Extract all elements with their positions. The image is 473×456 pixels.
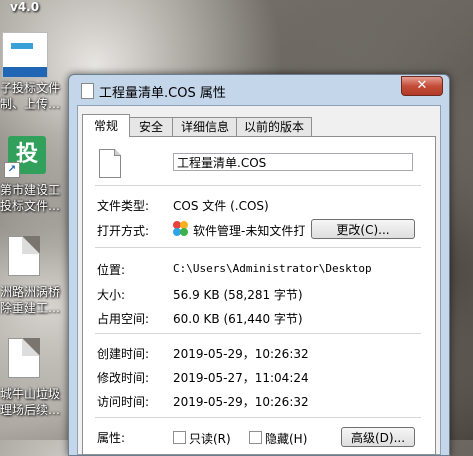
- size-on-disk-label: 占用空间:: [97, 312, 150, 326]
- open-with-label: 打开方式:: [97, 224, 150, 238]
- version-label: v4.0: [10, 0, 40, 14]
- tab-general[interactable]: 常规: [82, 114, 130, 137]
- properties-window: 工程量清单.COS 属性 ✕ 常规 安全 详细信息 以前的版本 工程量清单.CO…: [68, 74, 450, 456]
- accessed-label: 访问时间:: [97, 395, 150, 409]
- thumbnail-bar: [3, 67, 47, 77]
- location-label: 位置:: [97, 263, 126, 277]
- desktop-icon-label[interactable]: 第市建设工: [0, 182, 68, 198]
- document-file-icon[interactable]: [8, 338, 40, 378]
- attributes-label: 属性:: [97, 431, 126, 445]
- desktop-icon-label[interactable]: 子投标文件: [0, 80, 68, 96]
- desktop-icon-label[interactable]: 理场后续…: [0, 402, 68, 418]
- window-title: 工程量清单.COS 属性: [99, 86, 226, 101]
- tab-security[interactable]: 安全: [128, 117, 174, 136]
- hidden-checkbox[interactable]: [249, 431, 262, 444]
- modified-value: 2019-05-27，11:04:24: [173, 371, 309, 385]
- general-panel: 工程量清单.COS 文件类型: COS 文件 (.COS) 打开方式: 软件管理…: [82, 136, 436, 455]
- document-icon: [99, 149, 121, 178]
- desktop-icon-label[interactable]: 除重建工…: [0, 300, 68, 316]
- tab-details[interactable]: 详细信息: [172, 117, 238, 136]
- divider: [95, 333, 421, 334]
- open-with-value: 软件管理-未知文件打: [193, 224, 306, 238]
- readonly-checkbox[interactable]: [173, 431, 186, 444]
- shortcut-arrow-icon: ↗: [4, 162, 20, 178]
- title-bar[interactable]: 工程量清单.COS 属性 ✕: [69, 75, 449, 105]
- thumbnail-logo-icon: [11, 43, 33, 49]
- created-label: 创建时间:: [97, 347, 150, 361]
- accessed-value: 2019-05-29，10:26:32: [173, 395, 309, 409]
- file-icon: [81, 83, 94, 99]
- size-label: 大小:: [97, 288, 126, 302]
- divider: [95, 247, 421, 248]
- filename-input[interactable]: 工程量清单.COS: [173, 153, 413, 171]
- advanced-button[interactable]: 高级(D)...: [341, 427, 415, 447]
- desktop-icon-label[interactable]: 洲路洲涡桥: [0, 284, 68, 300]
- created-value: 2019-05-29，10:26:32: [173, 347, 309, 361]
- readonly-label[interactable]: 只读(R): [189, 430, 231, 447]
- desktop-icon-thumbnail[interactable]: [2, 32, 48, 78]
- desktop-icon-label[interactable]: 制、上传…: [0, 96, 68, 112]
- document-file-icon[interactable]: [8, 236, 40, 276]
- divider: [95, 185, 421, 186]
- close-button[interactable]: ✕: [401, 76, 443, 96]
- tender-app-icon[interactable]: 投 ↗: [4, 136, 46, 178]
- desktop-icon-label[interactable]: 投标文件…: [0, 198, 68, 214]
- dialog-client: 常规 安全 详细信息 以前的版本 工程量清单.COS 文件类型: COS 文件 …: [77, 105, 441, 455]
- size-on-disk-value: 60.0 KB (61,440 字节): [173, 312, 303, 326]
- tab-previous-versions[interactable]: 以前的版本: [236, 117, 312, 136]
- divider: [95, 417, 421, 418]
- file-type-label: 文件类型:: [97, 199, 150, 213]
- file-type-value: COS 文件 (.COS): [173, 199, 269, 213]
- hidden-label[interactable]: 隐藏(H): [265, 430, 307, 447]
- modified-label: 修改时间:: [97, 371, 150, 385]
- software-manager-icon: [173, 221, 189, 237]
- desktop-icon-label[interactable]: 城牛山垃圾: [0, 386, 68, 402]
- size-value: 56.9 KB (58,281 字节): [173, 288, 303, 302]
- change-button[interactable]: 更改(C)...: [311, 219, 415, 239]
- location-value: C:\Users\Administrator\Desktop: [173, 262, 372, 275]
